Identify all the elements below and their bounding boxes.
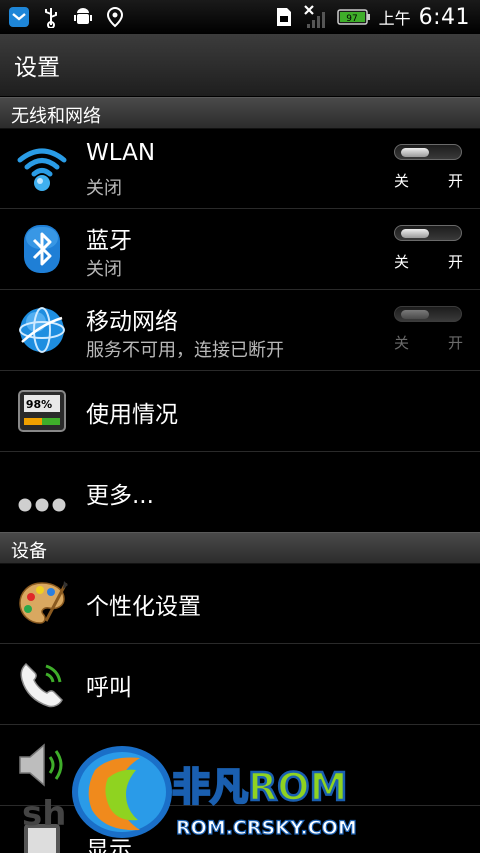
settings-item-personalize[interactable]: 个性化设置 — [0, 563, 480, 644]
section-title: 设备 — [11, 541, 47, 562]
toggle-on-label: 开 — [448, 253, 464, 271]
battery-icon: 97 — [336, 6, 371, 28]
settings-item-label: 使用情况 — [86, 402, 178, 428]
settings-item-label: 蓝牙 — [86, 228, 132, 254]
watermark: sh 非凡ROM ROM.CRSKY.COM — [0, 730, 480, 853]
settings-item-label: WLAN — [86, 140, 156, 166]
settings-item-wlan[interactable]: WLAN 关闭 关 开 — [0, 128, 480, 209]
settings-screen: 97 上午 6:41 设置 无线和网络 WLAN 关闭 关 开 蓝牙 关闭 关 … — [0, 0, 480, 853]
settings-item-status: 关闭 — [86, 259, 122, 280]
time-ampm: 上午 — [378, 9, 411, 28]
toggle-knob — [401, 229, 429, 238]
bluetooth-toggle[interactable]: 关 开 — [392, 225, 464, 275]
location-icon — [104, 6, 126, 28]
toggle-on-label: 开 — [448, 334, 464, 352]
settings-item-bluetooth[interactable]: 蓝牙 关闭 关 开 — [0, 209, 480, 290]
bluetooth-icon — [16, 223, 68, 275]
settings-item-usage[interactable]: 98% 使用情况 — [0, 371, 480, 452]
svg-text:非凡ROM: 非凡ROM — [172, 765, 347, 809]
no-signal-icon — [303, 5, 329, 28]
wlan-toggle[interactable]: 关 开 — [392, 144, 464, 194]
settings-item-label: 更多... — [86, 483, 154, 509]
settings-item-status: 关闭 — [86, 178, 122, 199]
toggle-on-label: 开 — [448, 172, 464, 190]
watermark-logo: sh 非凡ROM ROM.CRSKY.COM — [22, 746, 357, 840]
settings-item-call[interactable]: 呼叫 — [0, 644, 480, 725]
status-bar: 97 上午 6:41 — [0, 0, 480, 34]
section-title: 无线和网络 — [11, 106, 101, 127]
settings-item-mobile-network[interactable]: 移动网络 服务不可用，连接已断开 关 开 — [0, 290, 480, 371]
palette-icon — [16, 577, 68, 629]
toggle-off-label: 关 — [394, 172, 410, 190]
page-title: 设置 — [14, 55, 60, 81]
phone-icon — [16, 658, 68, 710]
toggle-knob — [401, 148, 429, 157]
toggle-off-label: 关 — [394, 253, 410, 271]
section-header-wireless: 无线和网络 — [0, 97, 480, 129]
sim-icon — [273, 6, 295, 28]
title-bar: 设置 — [0, 34, 480, 97]
toggle-knob — [401, 310, 429, 319]
wifi-icon — [16, 142, 68, 194]
message-app-icon — [8, 6, 30, 28]
settings-item-label: 呼叫 — [86, 675, 132, 701]
mobile-network-toggle[interactable]: 关 开 — [392, 306, 464, 356]
usb-icon — [40, 6, 62, 28]
android-debug-icon — [72, 6, 94, 28]
usage-meter-icon: 98% — [16, 385, 68, 437]
toggle-off-label: 关 — [394, 334, 410, 352]
svg-text:sh: sh — [22, 794, 66, 834]
settings-item-more[interactable]: 更多... — [0, 452, 480, 533]
settings-item-status: 服务不可用，连接已断开 — [86, 340, 284, 361]
more-dots-icon — [16, 466, 68, 518]
status-time: 6:41 — [418, 4, 470, 30]
svg-text:97: 97 — [346, 14, 357, 24]
settings-item-label: 个性化设置 — [86, 594, 201, 620]
svg-text:98%: 98% — [26, 398, 52, 411]
globe-icon — [16, 304, 68, 356]
section-header-device: 设备 — [0, 532, 480, 564]
settings-item-label: 移动网络 — [86, 309, 178, 335]
svg-text:ROM.CRSKY.COM: ROM.CRSKY.COM — [176, 817, 357, 839]
